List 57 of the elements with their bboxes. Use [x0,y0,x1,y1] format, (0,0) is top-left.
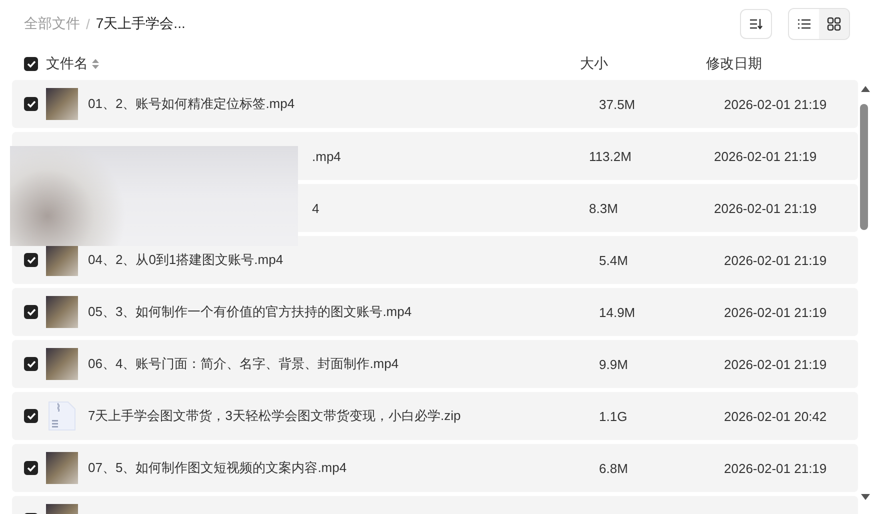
checkbox[interactable] [24,305,38,319]
scrollbar-thumb[interactable] [860,104,868,230]
checkbox[interactable] [24,409,38,423]
modified-date: 2026-02-01 21:19 [724,304,827,320]
modified-date: 2026-02-01 21:19 [714,200,817,216]
checkbox[interactable] [24,97,38,111]
modified-date: 2026-02-01 21:19 [724,96,827,112]
breadcrumb-separator: / [86,16,90,32]
video-thumbnail [46,244,78,276]
checkbox[interactable] [24,461,38,475]
file-size: 113.2M [589,148,632,164]
checkbox[interactable] [24,253,38,267]
column-header: 修改日期 [706,55,762,73]
column-header[interactable]: 文件名 [46,55,88,73]
file-size: 14.9M [599,304,636,320]
list-view-button[interactable] [789,9,819,39]
checkbox[interactable] [24,57,38,71]
file-name: 04、2、从0到1搭建图文账号.mp4 [88,251,284,269]
breadcrumb-link[interactable]: 7天上手学会... [96,15,186,33]
modified-date: 2026-02-01 21:19 [714,148,817,164]
scroll-down-icon[interactable] [861,494,870,500]
column-header: 大小 [580,55,609,73]
file-row[interactable]: 07、5、如何制作图文短视频的文案内容.mp4 6.8M 2026-02-01 21:19 [12,444,858,492]
modified-date: 2026-02-01 21:19 [724,356,827,372]
sort-button[interactable] [740,9,772,39]
file-size: 6.8M [599,460,629,476]
video-thumbnail [46,348,78,380]
file-size: 8.3M [589,200,619,216]
file-name: 4 [312,200,320,216]
file-size: 1.1G [599,408,628,424]
modified-date: 2026-02-01 20:42 [724,408,827,424]
sort-icon [749,18,763,30]
modified-date: 2026-02-01 21:19 [724,252,827,268]
file-name: 05、3、如何制作一个有价值的官方扶持的图文账号.mp4 [88,303,413,321]
video-thumbnail [46,452,78,484]
sort-icon[interactable] [92,59,99,69]
file-size: 9.9M [599,356,629,372]
modified-date: 2026-02-01 21:19 [724,460,827,476]
video-thumbnail [46,88,78,120]
file-name: 7天上手学会图文带货，3天轻松学会图文带货变现，小白必学.zip [88,407,462,425]
file-row[interactable]: 7天上手学会图文带货，3天轻松学会图文带货变现，小白必学.zip 1.1G 2026-02-01 20:42 [12,392,858,440]
file-name: .mp4 [312,148,342,164]
file-row[interactable]: 01、2、账号如何精准定位标签.mp4 37.5M 2026-02-01 21:19 [12,80,858,128]
file-row[interactable]: 05、3、如何制作一个有价值的官方扶持的图文账号.mp4 14.9M 2026-02-01 21:19 [12,288,858,336]
file-name: 01、2、账号如何精准定位标签.mp4 [88,95,296,113]
zip-file-icon [46,400,78,432]
file-name: 06、4、账号门面：简介、名字、背景、封面制作.mp4 [88,355,400,373]
file-name: 07、5、如何制作图文短视频的文案内容.mp4 [88,459,348,477]
file-size: 5.4M [599,252,629,268]
video-thumbnail [46,296,78,328]
scroll-up-icon[interactable] [861,86,870,92]
list-icon [797,18,811,30]
grid-icon [827,17,841,31]
checkbox[interactable] [24,357,38,371]
file-row[interactable]: 04、2、从0到1搭建图文账号.mp4 5.4M 2026-02-01 21:19 [12,236,858,284]
file-size: 37.5M [599,96,636,112]
file-row[interactable]: 06、4、账号门面：简介、名字、背景、封面制作.mp4 9.9M 2026-02-01 21:19 [12,340,858,388]
